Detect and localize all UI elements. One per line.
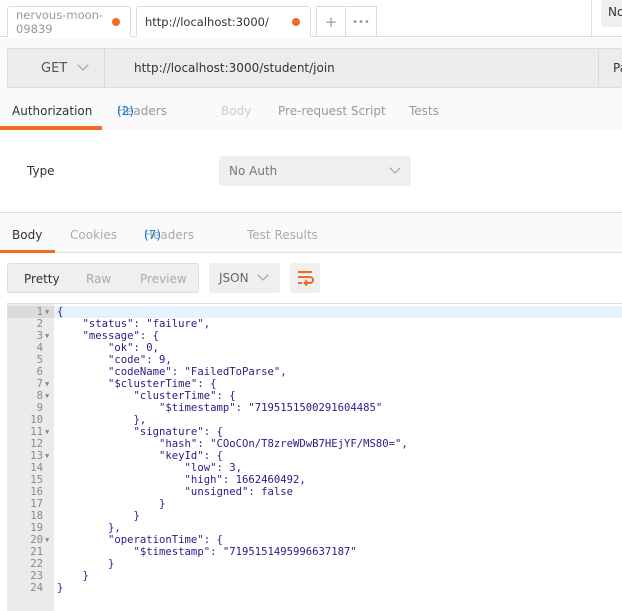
line-number: 6 bbox=[36, 366, 43, 378]
code-line: "code": 9, bbox=[57, 354, 172, 366]
url-input[interactable]: http://localhost:3000/student/join bbox=[134, 61, 335, 75]
chevron-down-icon bbox=[257, 269, 269, 281]
active-tab-indicator bbox=[0, 126, 102, 130]
tab-test-results[interactable]: Test Results bbox=[247, 228, 318, 242]
headers-count: (7) bbox=[144, 228, 161, 242]
code-line: }, bbox=[57, 522, 121, 534]
pretty-button[interactable]: Pretty bbox=[24, 272, 60, 286]
preview-button[interactable]: Preview bbox=[140, 272, 187, 286]
code-line: "codeName": "FailedToParse", bbox=[57, 366, 287, 378]
tab-cookies[interactable]: Cookies bbox=[70, 228, 117, 242]
line-number: 18 bbox=[30, 510, 43, 522]
code-line: "status": "failure", bbox=[57, 318, 211, 330]
code-line: "unsigned": false bbox=[57, 486, 293, 498]
line-number: 17 bbox=[30, 498, 43, 510]
active-tab-indicator bbox=[0, 250, 55, 253]
line-number: 15 bbox=[30, 474, 43, 486]
tab-nervous-moon[interactable]: nervous-moon-09839 bbox=[7, 6, 131, 37]
auth-type-select[interactable]: No Auth bbox=[219, 156, 411, 186]
line-number: 24 bbox=[30, 582, 43, 594]
code-line: } bbox=[57, 510, 140, 522]
auth-type-value: No Auth bbox=[229, 164, 278, 178]
line-number: 10 bbox=[30, 414, 43, 426]
code-line: } bbox=[57, 498, 166, 510]
code-line: "operationTime": { bbox=[57, 534, 223, 546]
request-tabs: Authorization Headers (2) Body Pre-reque… bbox=[0, 104, 622, 130]
line-number: 12 bbox=[30, 438, 43, 450]
code-line: "keyId": { bbox=[57, 450, 223, 462]
chevron-down-icon bbox=[77, 59, 89, 71]
line-number: 5 bbox=[36, 354, 43, 366]
tab-response-body[interactable]: Body bbox=[12, 228, 42, 242]
fold-toggle-icon[interactable]: ▼ bbox=[45, 534, 49, 546]
line-number: 21 bbox=[30, 546, 43, 558]
unsaved-dot-icon bbox=[292, 18, 300, 26]
fold-toggle-icon[interactable]: ▼ bbox=[45, 390, 49, 402]
view-mode-group: Pretty Raw Preview bbox=[7, 263, 199, 293]
response-body-editor[interactable]: 1 ▼{2 "status": "failure", 3 ▼ "message": {… bbox=[7, 303, 622, 611]
line-number: 2 bbox=[36, 318, 43, 330]
code-line: }, bbox=[57, 414, 147, 426]
format-value: JSON bbox=[219, 271, 249, 285]
tab-authorization[interactable]: Authorization bbox=[12, 104, 92, 118]
code-line: "message": { bbox=[57, 330, 160, 342]
code-line: "$timestamp": "7195151500291604485" bbox=[57, 402, 383, 414]
wrap-icon bbox=[298, 271, 314, 287]
code-line: "signature": { bbox=[57, 426, 223, 438]
code-line: "$clusterTime": { bbox=[57, 378, 217, 390]
line-number: 9 bbox=[36, 402, 43, 414]
line-number: 20 bbox=[30, 534, 43, 546]
unsaved-dot-icon bbox=[112, 18, 120, 26]
line-number: 22 bbox=[30, 558, 43, 570]
code-line: } bbox=[57, 582, 64, 594]
code-line: "ok": 0, bbox=[57, 342, 160, 354]
response-tabs: Body Cookies Headers (7) Test Results bbox=[0, 212, 622, 253]
tab-localhost[interactable]: http://localhost:3000/ bbox=[136, 6, 311, 37]
fold-toggle-icon[interactable]: ▼ bbox=[45, 450, 49, 462]
method-select[interactable]: GET bbox=[8, 49, 105, 87]
wrap-lines-button[interactable] bbox=[290, 263, 320, 293]
code-line: } bbox=[57, 558, 115, 570]
code-line: "low": 3, bbox=[57, 462, 242, 474]
headers-count: (2) bbox=[117, 104, 134, 118]
divider bbox=[591, 0, 592, 37]
code-line: "clusterTime": { bbox=[57, 390, 236, 402]
code-line: } bbox=[57, 570, 89, 582]
fold-toggle-icon[interactable]: ▼ bbox=[45, 426, 49, 438]
more-tabs-button[interactable]: ••• bbox=[345, 6, 377, 37]
raw-button[interactable]: Raw bbox=[86, 272, 111, 286]
line-number: 3 bbox=[36, 330, 43, 342]
code-line: "high": 1662460492, bbox=[57, 474, 306, 486]
environment-select[interactable]: No bbox=[601, 0, 622, 27]
tab-label: http://localhost:3000/ bbox=[145, 15, 269, 29]
line-number: 7 bbox=[36, 378, 43, 390]
line-number: 16 bbox=[30, 486, 43, 498]
url-bar: GET http://localhost:3000/student/join P… bbox=[7, 48, 622, 88]
tab-pre-request-script[interactable]: Pre-request Script bbox=[278, 104, 386, 118]
code-line: "hash": "COoCOn/T8zreWDwB7HEjYF/MS80=", bbox=[57, 438, 408, 450]
line-number: 1 bbox=[36, 306, 43, 318]
tab-body[interactable]: Body bbox=[221, 104, 251, 118]
line-number: 14 bbox=[30, 462, 43, 474]
fold-toggle-icon[interactable]: ▼ bbox=[45, 330, 49, 342]
active-line-highlight bbox=[7, 306, 622, 318]
method-label: GET bbox=[41, 61, 68, 76]
line-number: 4 bbox=[36, 342, 43, 354]
format-select[interactable]: JSON bbox=[209, 263, 280, 293]
line-number: 11 bbox=[30, 426, 43, 438]
line-number: 13 bbox=[30, 450, 43, 462]
line-number: 19 bbox=[30, 522, 43, 534]
params-button[interactable]: Pa bbox=[598, 49, 622, 87]
code-line: "$timestamp": "7195151495996637187" bbox=[57, 546, 357, 558]
chevron-down-icon bbox=[389, 162, 401, 174]
line-number: 8 bbox=[36, 390, 43, 402]
tab-bar: nervous-moon-09839 http://localhost:3000… bbox=[0, 0, 622, 37]
line-number: 23 bbox=[30, 570, 43, 582]
fold-toggle-icon[interactable]: ▼ bbox=[45, 378, 49, 390]
new-tab-button[interactable]: + bbox=[316, 6, 346, 37]
tab-tests[interactable]: Tests bbox=[409, 104, 439, 118]
fold-toggle-icon[interactable]: ▼ bbox=[45, 306, 49, 318]
code-line: { bbox=[57, 306, 64, 318]
auth-type-label: Type bbox=[27, 164, 55, 178]
